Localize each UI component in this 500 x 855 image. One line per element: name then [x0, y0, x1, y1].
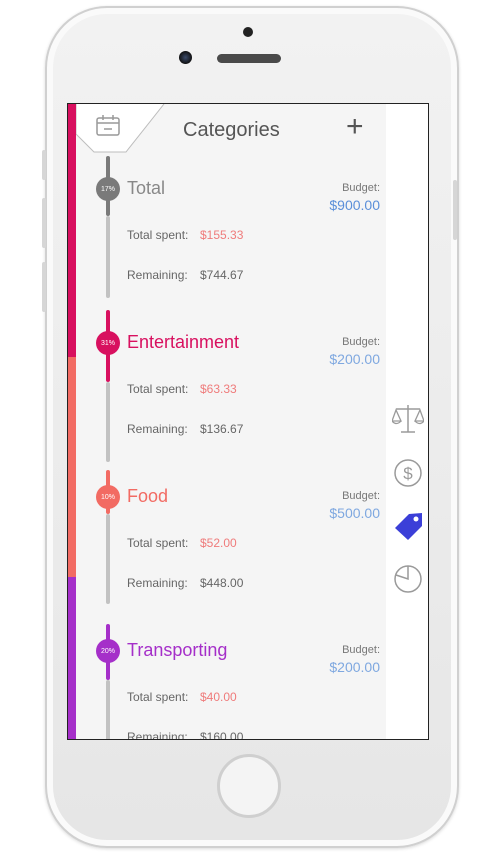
budget-value: $200.00 [329, 351, 380, 367]
calendar-icon[interactable] [96, 114, 120, 136]
front-camera [179, 51, 192, 64]
total-spent-label: Total spent: [127, 228, 189, 242]
category-name: Entertainment [127, 332, 240, 352]
proximity-sensor [243, 27, 253, 37]
percent-badge: 20% [96, 639, 120, 663]
percent-badge: 10% [96, 485, 120, 509]
add-category-button[interactable]: + [346, 112, 364, 142]
home-button[interactable] [217, 754, 281, 818]
remaining-value: $136.67 [200, 422, 244, 436]
svg-text:$: $ [403, 464, 413, 483]
volume-down-button [42, 262, 46, 312]
budget-value: $200.00 [329, 659, 380, 675]
budget-label: Budget: [342, 490, 380, 502]
total-spent-value: $40.00 [200, 690, 237, 704]
category-track-line [106, 382, 110, 462]
category-item-transporting[interactable]: 20% Transporting Budget: $200.00 Total s… [76, 618, 386, 740]
remaining-value: $744.67 [200, 268, 244, 282]
scale-icon[interactable] [392, 402, 424, 436]
mute-switch [42, 150, 46, 180]
category-item-food[interactable]: 10% Food Budget: $500.00 Total spent: $5… [76, 464, 386, 618]
remaining-label: Remaining: [127, 422, 188, 436]
speaker [217, 54, 281, 63]
budget-label: Budget: [342, 336, 380, 348]
budget-value: $500.00 [329, 505, 380, 521]
total-spent-label: Total spent: [127, 690, 189, 704]
budget-label: Budget: [342, 644, 380, 656]
remaining-label: Remaining: [127, 576, 188, 590]
category-color-strip-entertainment [68, 104, 76, 357]
header: Categories + [76, 104, 386, 156]
category-track-line [106, 216, 110, 298]
category-track-line [106, 680, 110, 739]
total-spent-value: $155.33 [200, 228, 244, 242]
total-spent-value: $63.33 [200, 382, 237, 396]
budget-label: Budget: [342, 182, 380, 194]
category-color-strip-food [68, 357, 76, 577]
remaining-label: Remaining: [127, 730, 188, 740]
dollar-icon[interactable]: $ [392, 457, 424, 489]
remaining-value: $448.00 [200, 576, 244, 590]
category-name: Transporting [127, 640, 228, 660]
categories-panel: Categories + 17% Total Budget: $900.00 T… [76, 104, 386, 740]
total-spent-label: Total spent: [127, 382, 189, 396]
budget-value: $900.00 [329, 197, 380, 213]
total-spent-value: $52.00 [200, 536, 237, 550]
total-spent-label: Total spent: [127, 536, 189, 550]
category-name: Total [127, 178, 166, 198]
percent-badge: 31% [96, 331, 120, 355]
app-screen: Categories + 17% Total Budget: $900.00 T… [67, 103, 429, 740]
tag-icon[interactable] [392, 510, 426, 542]
volume-up-button [42, 198, 46, 248]
nav-rail: $ [386, 104, 428, 739]
remaining-value: $160.00 [200, 730, 244, 740]
category-item-total[interactable]: 17% Total Budget: $900.00 Total spent: $… [76, 156, 386, 310]
page-title: Categories [183, 119, 280, 141]
remaining-label: Remaining: [127, 268, 188, 282]
pie-chart-icon[interactable] [392, 562, 424, 594]
category-name: Food [127, 486, 169, 506]
category-item-entertainment[interactable]: 31% Entertainment Budget: $200.00 Total … [76, 310, 386, 464]
percent-badge: 17% [96, 177, 120, 201]
category-track-line [106, 514, 110, 604]
power-button [453, 180, 457, 240]
category-color-strip-transporting [68, 577, 76, 739]
